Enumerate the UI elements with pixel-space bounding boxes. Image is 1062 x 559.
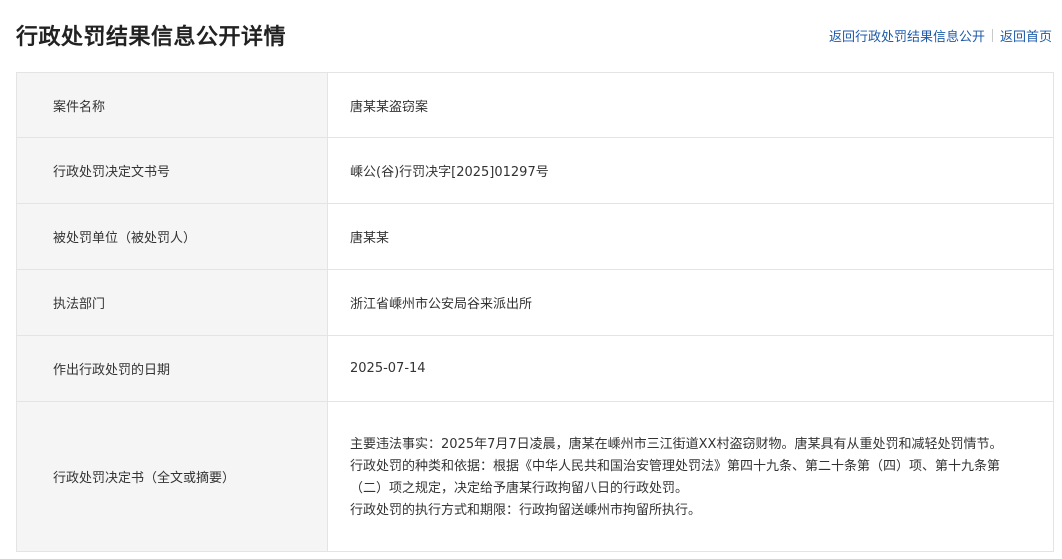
table-row-case-name: 案件名称 唐某某盗窃案 — [16, 72, 1054, 138]
header-nav: 返回行政处罚结果信息公开 返回首页 — [829, 26, 1052, 45]
row-value: 2025-07-14 — [327, 335, 1054, 402]
page-title: 行政处罚结果信息公开详情 — [16, 25, 287, 50]
table-row-penalized-party: 被处罚单位（被处罚人） 唐某某 — [16, 203, 1054, 270]
decision-execution: 行政处罚的执行方式和期限：行政拘留送嵊州市拘留所执行。 — [350, 502, 702, 518]
detail-table: 案件名称 唐某某盗窃案 行政处罚决定文书号 嵊公(谷)行罚决字[2025]012… — [16, 72, 1054, 552]
row-label: 行政处罚决定文书号 — [16, 137, 328, 204]
decision-summary: 主要违法事实：2025年7月7日凌晨，唐某在嵊州市三江街道XX村盗窃财物。唐某具… — [350, 432, 1029, 522]
back-to-list-link[interactable]: 返回行政处罚结果信息公开 — [829, 26, 985, 45]
table-row-decision-text: 行政处罚决定书（全文或摘要） 主要违法事实：2025年7月7日凌晨，唐某在嵊州市… — [16, 401, 1054, 552]
page-header: 行政处罚结果信息公开详情 返回行政处罚结果信息公开 返回首页 — [0, 0, 1062, 72]
row-value: 唐某某 — [327, 203, 1054, 270]
row-value: 唐某某盗窃案 — [327, 72, 1054, 138]
row-value: 嵊公(谷)行罚决字[2025]01297号 — [327, 137, 1054, 204]
decision-basis: 行政处罚的种类和依据：根据《中华人民共和国治安管理处罚法》第四十九条、第二十条第… — [350, 458, 1001, 496]
row-label: 被处罚单位（被处罚人） — [16, 203, 328, 270]
back-home-link[interactable]: 返回首页 — [1000, 26, 1052, 45]
table-row-decision-number: 行政处罚决定文书号 嵊公(谷)行罚决字[2025]01297号 — [16, 137, 1054, 204]
row-label: 行政处罚决定书（全文或摘要） — [16, 401, 328, 552]
decision-facts: 主要违法事实：2025年7月7日凌晨，唐某在嵊州市三江街道XX村盗窃财物。唐某具… — [350, 436, 1003, 452]
table-row-penalty-date: 作出行政处罚的日期 2025-07-14 — [16, 335, 1054, 402]
nav-divider — [991, 29, 993, 42]
row-value: 主要违法事实：2025年7月7日凌晨，唐某在嵊州市三江街道XX村盗窃财物。唐某具… — [327, 401, 1054, 552]
row-label: 案件名称 — [16, 72, 328, 138]
table-row-enforcement-dept: 执法部门 浙江省嵊州市公安局谷来派出所 — [16, 269, 1054, 336]
row-label: 作出行政处罚的日期 — [16, 335, 328, 402]
row-label: 执法部门 — [16, 269, 328, 336]
row-value: 浙江省嵊州市公安局谷来派出所 — [327, 269, 1054, 336]
